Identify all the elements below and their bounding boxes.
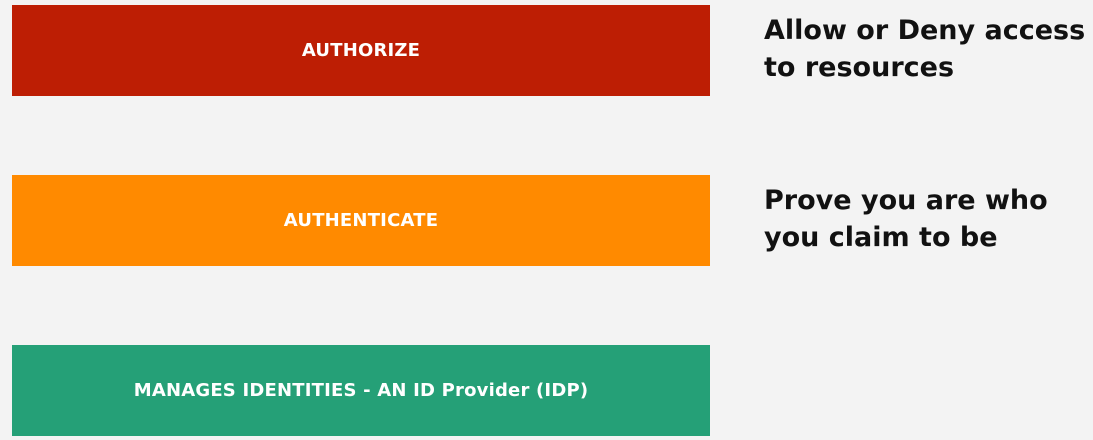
authenticate-label: AUTHENTICATE bbox=[283, 210, 439, 231]
authorize-description: Allow or Deny access to resources bbox=[764, 15, 1086, 83]
authorize-bar: AUTHORIZE bbox=[12, 5, 710, 96]
manages-identities-label: MANAGES IDENTITIES - AN ID Provider (IDP… bbox=[133, 380, 589, 401]
authenticate-description: Prove you are who you claim to be bbox=[764, 185, 1048, 253]
authorize-label: AUTHORIZE bbox=[301, 40, 421, 61]
manages-identities-bar: MANAGES IDENTITIES - AN ID Provider (IDP… bbox=[12, 345, 710, 436]
authenticate-bar: AUTHENTICATE bbox=[12, 175, 710, 266]
